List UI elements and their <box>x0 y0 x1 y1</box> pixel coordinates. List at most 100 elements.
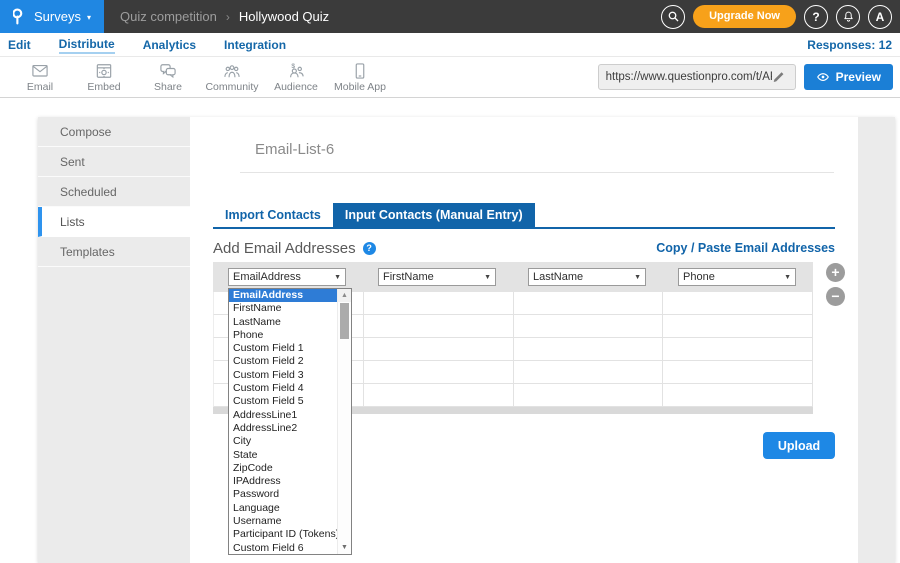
toolbar-item-share[interactable]: Share <box>136 61 200 93</box>
dropdown-option-custom-field-5[interactable]: Custom Field 5 <box>229 395 337 408</box>
edit-url-button[interactable] <box>772 71 788 84</box>
email-panel: Compose Sent Scheduled Lists Templates E… <box>38 117 895 563</box>
toolbar-item-community[interactable]: Community <box>200 61 264 93</box>
field-dropdown-open: EmailAddress FirstName LastName Phone Cu… <box>228 288 352 555</box>
questionpro-logo-icon <box>13 8 28 25</box>
nav-item-integration[interactable]: Integration <box>224 36 286 53</box>
search-icon <box>667 10 680 23</box>
dropdown-option-language[interactable]: Language <box>229 502 337 515</box>
pencil-icon <box>772 71 785 84</box>
notifications-button[interactable] <box>836 5 860 29</box>
title-underline <box>240 172 834 173</box>
dropdown-option-phone[interactable]: Phone <box>229 329 337 342</box>
field-dropdown-options: EmailAddress FirstName LastName Phone Cu… <box>229 289 337 554</box>
dropdown-option-emailaddress[interactable]: EmailAddress <box>229 289 337 302</box>
tab-import-contacts[interactable]: Import Contacts <box>213 203 333 227</box>
avatar-letter: A <box>876 10 885 24</box>
toolbar-item-mobile-app[interactable]: Mobile App <box>328 61 392 93</box>
dropdown-option-custom-field-4[interactable]: Custom Field 4 <box>229 382 337 395</box>
field-select-last-name[interactable]: LastName ▼ <box>528 268 646 286</box>
dropdown-option-participant-id[interactable]: Participant ID (Tokens) <box>229 528 337 541</box>
dropdown-option-custom-field-1[interactable]: Custom Field 1 <box>229 342 337 355</box>
product-switcher[interactable]: Surveys ▾ <box>0 0 104 33</box>
chevron-down-icon: ▾ <box>87 13 91 22</box>
field-select-phone[interactable]: Phone ▼ <box>678 268 796 286</box>
survey-link-group: https://www.questionpro.com/t/APNrFZ Pre… <box>598 64 893 90</box>
breadcrumb-separator-icon: › <box>226 10 230 24</box>
dropdown-option-state[interactable]: State <box>229 449 337 462</box>
help-tooltip-icon[interactable]: ? <box>363 242 376 255</box>
dropdown-scrollbar[interactable]: ▲ ▼ <box>337 289 351 554</box>
scroll-up-icon[interactable]: ▲ <box>338 289 351 302</box>
survey-url-field[interactable]: https://www.questionpro.com/t/APNrFZ <box>598 64 796 90</box>
dropdown-option-addressline2[interactable]: AddressLine2 <box>229 422 337 435</box>
scroll-down-icon[interactable]: ▼ <box>338 541 351 554</box>
sidebar-item-compose[interactable]: Compose <box>38 117 190 147</box>
embed-icon <box>94 61 114 81</box>
scrollbar-track[interactable] <box>338 340 351 541</box>
dropdown-option-custom-field-2[interactable]: Custom Field 2 <box>229 355 337 368</box>
preview-button[interactable]: Preview <box>804 64 893 90</box>
select-arrow-icon: ▼ <box>634 274 641 281</box>
header-actions: Upgrade Now ? A <box>661 5 900 29</box>
nav-item-analytics[interactable]: Analytics <box>143 36 196 53</box>
upgrade-now-button[interactable]: Upgrade Now <box>693 5 796 28</box>
sidebar-item-templates[interactable]: Templates <box>38 237 190 267</box>
sidebar-item-scheduled[interactable]: Scheduled <box>38 177 190 207</box>
sidebar-item-lists[interactable]: Lists <box>38 207 190 237</box>
field-select-email-address[interactable]: EmailAddress ▼ <box>228 268 346 286</box>
nav-item-distribute[interactable]: Distribute <box>59 35 115 54</box>
scrollbar-thumb[interactable] <box>340 303 349 339</box>
help-button[interactable]: ? <box>804 5 828 29</box>
column-header-4: Phone ▼ <box>663 262 813 292</box>
field-select-first-name[interactable]: FirstName ▼ <box>378 268 496 286</box>
top-header: Surveys ▾ Quiz competition › Hollywood Q… <box>0 0 900 33</box>
survey-nav: Edit Distribute Analytics Integration Re… <box>0 33 900 57</box>
toolbar-item-audience[interactable]: $ Audience <box>264 61 328 93</box>
search-button[interactable] <box>661 5 685 29</box>
eye-icon <box>816 71 830 83</box>
remove-row-button[interactable]: − <box>826 287 845 306</box>
dropdown-option-password[interactable]: Password <box>229 488 337 501</box>
email-icon <box>30 61 50 81</box>
dropdown-option-lastname[interactable]: LastName <box>229 316 337 329</box>
dropdown-option-custom-field-3[interactable]: Custom Field 3 <box>229 369 337 382</box>
product-label: Surveys <box>34 9 81 24</box>
dropdown-option-addressline1[interactable]: AddressLine1 <box>229 409 337 422</box>
column-header-3: LastName ▼ <box>513 262 663 292</box>
community-icon <box>222 61 242 81</box>
page-body: Compose Sent Scheduled Lists Templates E… <box>0 98 900 563</box>
select-arrow-icon: ▼ <box>784 274 791 281</box>
survey-url-value: https://www.questionpro.com/t/APNrFZ <box>606 71 772 83</box>
distribute-toolbar: Email Embed Share <box>0 57 900 98</box>
sidebar-item-sent[interactable]: Sent <box>38 147 190 177</box>
responses-count[interactable]: Responses: 12 <box>807 38 892 52</box>
upload-button[interactable]: Upload <box>763 432 835 459</box>
nav-item-edit[interactable]: Edit <box>8 36 31 53</box>
account-avatar[interactable]: A <box>868 5 892 29</box>
toolbar-item-embed[interactable]: Embed <box>72 61 136 93</box>
lists-content: Email-List-6 Import Contacts Input Conta… <box>190 117 858 563</box>
share-icon <box>158 61 178 81</box>
tab-input-contacts-manual[interactable]: Input Contacts (Manual Entry) <box>333 203 535 227</box>
dropdown-option-city[interactable]: City <box>229 435 337 448</box>
dropdown-option-firstname[interactable]: FirstName <box>229 302 337 315</box>
email-list-title[interactable]: Email-List-6 <box>255 141 334 158</box>
breadcrumb-parent[interactable]: Quiz competition <box>120 9 217 24</box>
section-header-row: Add Email Addresses ? Copy / Paste Email… <box>213 238 835 258</box>
mobile-app-icon <box>350 61 370 81</box>
tabs-underline <box>213 227 835 229</box>
copy-paste-link[interactable]: Copy / Paste Email Addresses <box>656 241 835 255</box>
breadcrumb-current: Hollywood Quiz <box>239 9 329 24</box>
dropdown-option-custom-field-6[interactable]: Custom Field 6 <box>229 542 337 554</box>
dropdown-option-zipcode[interactable]: ZipCode <box>229 462 337 475</box>
contacts-tabs: Import Contacts Input Contacts (Manual E… <box>213 203 535 227</box>
dropdown-option-username[interactable]: Username <box>229 515 337 528</box>
add-email-addresses-heading: Add Email Addresses <box>213 240 356 257</box>
add-row-button[interactable]: + <box>826 263 845 282</box>
select-arrow-icon: ▼ <box>484 274 491 281</box>
column-header-2: FirstName ▼ <box>363 262 513 292</box>
audience-icon: $ <box>286 61 306 81</box>
toolbar-item-email[interactable]: Email <box>8 61 72 93</box>
dropdown-option-ipaddress[interactable]: IPAddress <box>229 475 337 488</box>
